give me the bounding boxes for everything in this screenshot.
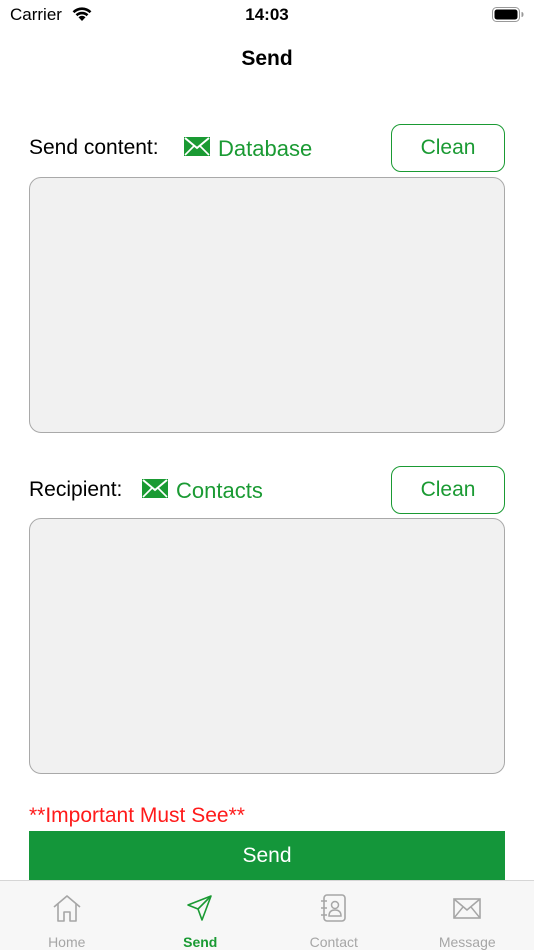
send-content-textarea[interactable]	[29, 177, 505, 433]
tab-message-label: Message	[438, 934, 496, 950]
send-icon	[184, 893, 216, 928]
recipient-label: Recipient:	[29, 478, 123, 501]
tab-home[interactable]: Home	[0, 881, 134, 950]
contact-book-icon	[318, 893, 350, 928]
send-content-label: Send content:	[29, 136, 159, 159]
envelope-icon	[451, 893, 483, 928]
contacts-link[interactable]: Contacts	[142, 478, 263, 504]
status-bar: Carrier 14:03	[0, 0, 534, 32]
tab-send[interactable]: Send	[134, 881, 268, 950]
home-icon	[51, 893, 83, 928]
envelope-icon	[184, 136, 218, 162]
tab-contact-label: Contact	[309, 934, 358, 950]
send-button[interactable]: Send	[29, 831, 505, 881]
clean-recipient-button[interactable]: Clean	[391, 466, 505, 514]
database-link[interactable]: Database	[184, 136, 312, 162]
tab-message[interactable]: Message	[401, 881, 534, 950]
page-title: Send	[241, 47, 293, 70]
clock: 14:03	[245, 5, 289, 24]
important-notice-link[interactable]: **Important Must See**	[29, 804, 245, 828]
tab-bar: Home Send Contact Message	[0, 880, 534, 950]
clean-content-button[interactable]: Clean	[391, 124, 505, 172]
tab-send-label: Send	[183, 934, 218, 950]
tab-contact[interactable]: Contact	[267, 881, 401, 950]
battery-icon	[492, 7, 524, 27]
database-link-label: Database	[218, 136, 313, 161]
recipient-textarea[interactable]	[29, 518, 505, 774]
contacts-link-label: Contacts	[176, 478, 263, 503]
tab-home-label: Home	[48, 934, 86, 950]
envelope-icon	[142, 478, 176, 504]
